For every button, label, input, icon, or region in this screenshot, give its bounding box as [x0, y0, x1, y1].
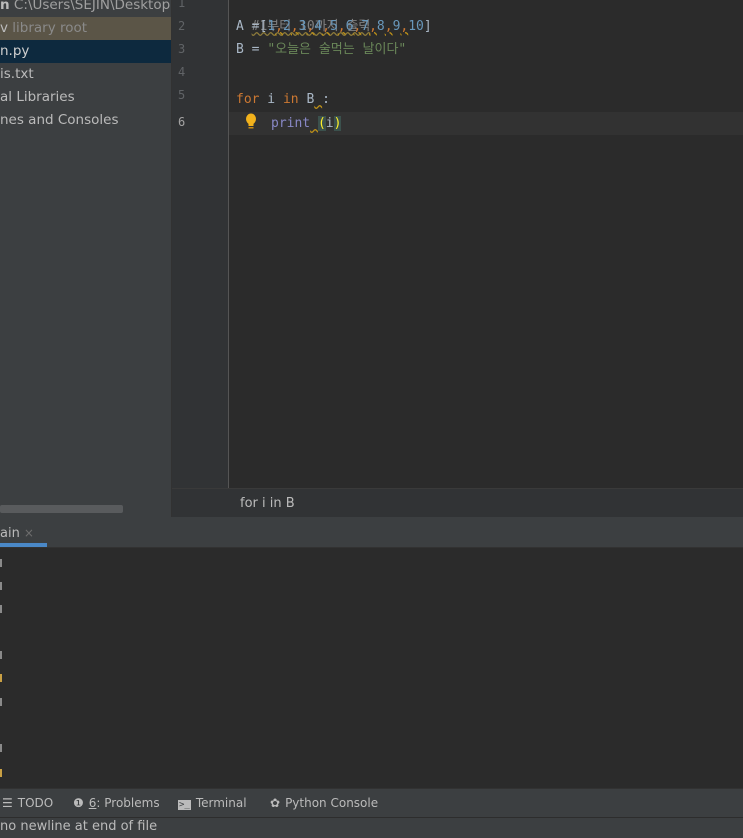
keyword-token: for	[236, 92, 260, 107]
todo-tool-button[interactable]: ☰ TODO	[2, 796, 53, 810]
line-number: 3	[178, 42, 186, 56]
console-glyph	[0, 605, 2, 613]
tree-row-hint: library root	[8, 20, 88, 36]
list-icon: ☰	[2, 796, 13, 810]
tool-window-strip: ☰ TODO ❶ 6: Problems >_ Terminal ✿ Python Co…	[0, 788, 743, 818]
sidebar-horizontal-scrollbar[interactable]	[0, 505, 123, 513]
console-glyph	[0, 559, 2, 567]
tool-label: TODO	[17, 796, 54, 810]
code-token: A =[	[236, 19, 268, 34]
bracket-highlight: )	[333, 116, 342, 131]
comma-token: ,	[384, 19, 393, 34]
builtin-function: print	[271, 116, 311, 131]
console-glyph	[0, 744, 2, 752]
breadcrumb-item[interactable]: for i in B	[240, 496, 295, 511]
number-literal: 4	[314, 19, 323, 34]
comma-token: ,	[369, 19, 377, 34]
whitespace-warning	[310, 116, 318, 131]
problems-tool-button[interactable]: ❶ 6: Problems	[73, 796, 160, 810]
line-number: 2	[178, 19, 186, 33]
tool-label: : Problems	[96, 796, 160, 810]
tree-row-label: al Libraries	[0, 89, 75, 105]
lightbulb-icon[interactable]	[245, 113, 257, 131]
code-line-6[interactable]: print (i)	[271, 112, 342, 135]
comma-token: ,	[337, 19, 346, 34]
tool-label: Python Console	[285, 796, 379, 810]
tree-row-label: n.py	[0, 43, 30, 59]
tree-row-label: n	[0, 0, 10, 13]
tree-row-label: is.txt	[0, 66, 34, 82]
run-tab-bar: ain ×	[0, 517, 743, 548]
code-line-5[interactable]: for i in B :	[236, 88, 330, 111]
comma-token: ,	[290, 19, 299, 34]
run-tab-label: ain	[0, 526, 20, 541]
tree-row-main-py[interactable]: n.py	[0, 40, 171, 63]
whitespace-warning	[314, 92, 322, 107]
code-editor[interactable]	[229, 0, 743, 488]
python-console-tool-button[interactable]: ✿ Python Console	[270, 796, 378, 810]
number-literal: 7	[361, 19, 370, 34]
run-console-output[interactable]	[0, 548, 743, 788]
tree-row-path: C:\Users\SEJIN\Desktop	[9, 0, 171, 13]
comma-token: ,	[322, 19, 330, 34]
tree-row-scratches[interactable]: nes and Consoles	[0, 109, 171, 132]
code-line-2[interactable]: A =[1,2,3,4,5,6,7,8,9,10]	[236, 15, 432, 38]
tree-row-venv[interactable]: v library root	[0, 17, 171, 40]
code-token: B	[298, 92, 315, 107]
number-literal: 1	[267, 19, 276, 34]
active-tab-indicator	[0, 543, 47, 547]
code-token: i	[325, 116, 334, 131]
console-glyph	[0, 582, 2, 590]
console-glyph	[0, 674, 2, 682]
tree-row-txt-file[interactable]: is.txt	[0, 63, 171, 86]
code-token: ]	[423, 19, 432, 34]
status-bar: no newline at end of file	[0, 817, 743, 838]
code-token: B =	[236, 42, 268, 57]
console-glyph	[0, 651, 2, 659]
line-number: 1	[178, 0, 186, 10]
close-icon[interactable]: ×	[24, 526, 34, 540]
status-message: no newline at end of file	[0, 819, 158, 834]
terminal-icon: >_	[178, 800, 191, 810]
tree-row-project-root[interactable]: n C:\Users\SEJIN\Desktop	[0, 0, 171, 17]
number-literal: 10	[408, 19, 424, 34]
problems-icon: ❶	[73, 796, 84, 810]
project-tree: n C:\Users\SEJIN\Desktop v library root …	[0, 0, 171, 517]
console-glyph	[0, 698, 2, 706]
tool-label: Terminal	[195, 796, 247, 810]
python-icon: ✿	[270, 796, 281, 810]
number-literal: 2	[282, 19, 291, 34]
tree-row-label: nes and Consoles	[0, 112, 119, 128]
console-glyph	[0, 769, 2, 777]
keyword-token: in	[282, 92, 299, 107]
tree-row-external-libraries[interactable]: al Libraries	[0, 86, 171, 109]
breadcrumb-bar: for i in B	[172, 488, 743, 518]
code-line-3[interactable]: B = "오늘은 술먹는 날이다"	[236, 38, 406, 61]
code-token: i	[259, 92, 283, 107]
number-literal: 8	[376, 19, 385, 34]
line-number: 4	[178, 65, 186, 79]
comma-token: ,	[275, 19, 283, 34]
code-token: :	[322, 92, 330, 107]
line-number-current: 6	[178, 115, 186, 129]
tree-row-label: v	[0, 20, 8, 36]
terminal-tool-button[interactable]: >_ Terminal	[178, 796, 247, 810]
bracket-highlight: (	[317, 116, 326, 131]
number-literal: 5	[329, 19, 338, 34]
string-literal: "오늘은 술먹는 날이다"	[267, 42, 407, 57]
line-number: 5	[178, 88, 186, 102]
